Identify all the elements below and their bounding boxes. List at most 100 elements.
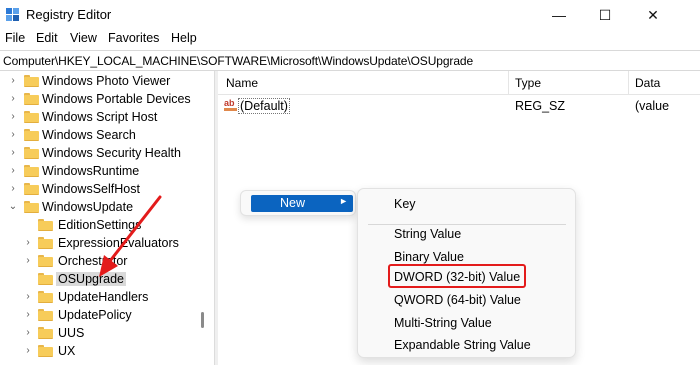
chevron-right-icon[interactable]: › bbox=[8, 165, 18, 177]
tree-item-label: ExpressionEvaluators bbox=[58, 236, 179, 250]
tree-item-label: UpdatePolicy bbox=[58, 308, 132, 322]
folder-icon bbox=[24, 183, 39, 195]
new-submenu: Key String Value Binary Value DWORD (32-… bbox=[357, 188, 576, 358]
chevron-right-icon[interactable]: › bbox=[23, 309, 33, 321]
menu-item-new-label: New bbox=[280, 196, 306, 210]
context-menu: New ► bbox=[240, 190, 356, 216]
tree-item-label: UpdateHandlers bbox=[58, 290, 149, 304]
chevron-right-icon[interactable]: › bbox=[8, 75, 18, 87]
folder-icon bbox=[24, 147, 39, 159]
tree-item-label: WindowsSelfHost bbox=[42, 182, 140, 196]
chevron-right-icon[interactable]: › bbox=[8, 129, 18, 141]
folder-icon bbox=[38, 291, 53, 303]
folder-icon bbox=[24, 93, 39, 105]
tree-item-label: UX bbox=[58, 344, 76, 358]
submenu-divider bbox=[368, 224, 566, 225]
tree-item-label: Windows Search bbox=[42, 128, 136, 142]
folder-icon bbox=[38, 327, 53, 339]
tree-item-label: WindowsUpdate bbox=[42, 200, 134, 214]
chevron-right-icon[interactable]: › bbox=[23, 237, 33, 249]
tree-scrollbar[interactable] bbox=[201, 312, 204, 328]
chevron-right-icon[interactable]: › bbox=[8, 93, 18, 105]
folder-icon bbox=[24, 129, 39, 141]
tree-item-label: EditionSettings bbox=[58, 218, 142, 232]
tree-item[interactable]: › Windows Photo Viewer bbox=[0, 72, 213, 90]
tree-item-windowsupdate[interactable]: ⌄ WindowsUpdate bbox=[0, 198, 213, 216]
tree-item-label: Windows Security Health bbox=[42, 146, 181, 160]
menu-view[interactable]: View bbox=[70, 31, 97, 45]
column-divider[interactable] bbox=[628, 71, 629, 95]
tree-item-label: WindowsRuntime bbox=[42, 164, 140, 178]
tree-item-label: Windows Photo Viewer bbox=[42, 74, 171, 88]
chevron-right-icon[interactable]: › bbox=[8, 111, 18, 123]
tree-item[interactable]: › WindowsSelfHost bbox=[0, 180, 213, 198]
submenu-item-multi-string-value[interactable]: Multi-String Value bbox=[394, 316, 492, 330]
chevron-down-icon[interactable]: ⌄ bbox=[8, 201, 18, 213]
submenu-item-expandable-string-value[interactable]: Expandable String Value bbox=[394, 338, 531, 352]
column-data[interactable]: Data bbox=[635, 76, 660, 90]
chevron-right-icon[interactable]: › bbox=[23, 327, 33, 339]
folder-icon bbox=[38, 219, 53, 231]
menu-item-new[interactable]: New ► bbox=[251, 195, 353, 212]
submenu-item-qword-value[interactable]: QWORD (64-bit) Value bbox=[394, 293, 521, 307]
chevron-right-icon[interactable]: › bbox=[23, 345, 33, 357]
close-button[interactable]: ✕ bbox=[630, 0, 676, 30]
folder-icon bbox=[38, 345, 53, 357]
minimize-button[interactable]: — bbox=[536, 0, 582, 30]
registry-editor-icon bbox=[6, 8, 19, 21]
tree-item-label-selected: OSUpgrade bbox=[56, 272, 127, 286]
address-path[interactable]: Computer\HKEY_LOCAL_MACHINE\SOFTWARE\Mic… bbox=[3, 54, 473, 68]
chevron-right-icon[interactable]: › bbox=[8, 183, 18, 195]
tree-item-label: Windows Script Host bbox=[42, 110, 158, 124]
value-name: (Default) bbox=[238, 98, 290, 114]
tree-item[interactable]: › UUS bbox=[0, 324, 213, 342]
column-name[interactable]: Name bbox=[226, 76, 258, 90]
folder-icon bbox=[24, 111, 39, 123]
tree-item[interactable]: › UpdateHandlers bbox=[0, 288, 213, 306]
tree-item[interactable]: › UX bbox=[0, 342, 213, 360]
folder-icon bbox=[24, 75, 39, 87]
tree-item[interactable]: › Windows Portable Devices bbox=[0, 90, 213, 108]
tree-item[interactable]: › Orchestrator bbox=[0, 252, 213, 270]
folder-icon bbox=[38, 255, 53, 267]
menu-help[interactable]: Help bbox=[171, 31, 197, 45]
title-bar: Registry Editor — ☐ ✕ bbox=[0, 0, 700, 30]
annotation-highlight-box bbox=[388, 264, 526, 288]
chevron-right-icon[interactable]: › bbox=[23, 255, 33, 267]
folder-icon bbox=[24, 201, 39, 213]
submenu-item-key[interactable]: Key bbox=[394, 197, 416, 211]
string-value-icon: ab bbox=[224, 98, 238, 112]
tree-item[interactable]: › ExpressionEvaluators bbox=[0, 234, 213, 252]
tree-item[interactable]: › Windows Search bbox=[0, 126, 213, 144]
window-title: Registry Editor bbox=[26, 7, 112, 22]
tree-item-osupgrade[interactable]: OSUpgrade bbox=[0, 270, 213, 288]
menu-favorites[interactable]: Favorites bbox=[108, 31, 159, 45]
folder-icon bbox=[24, 165, 39, 177]
column-divider[interactable] bbox=[508, 71, 509, 95]
submenu-item-string-value[interactable]: String Value bbox=[394, 227, 461, 241]
value-type: REG_SZ bbox=[515, 99, 566, 113]
key-tree[interactable]: › Windows Photo Viewer › Windows Portabl… bbox=[0, 71, 213, 365]
chevron-right-icon[interactable]: › bbox=[8, 147, 18, 159]
menu-edit[interactable]: Edit bbox=[36, 31, 58, 45]
chevron-icon bbox=[23, 273, 33, 285]
submenu-item-binary-value[interactable]: Binary Value bbox=[394, 250, 464, 264]
submenu-arrow-icon: ► bbox=[339, 196, 348, 206]
tree-item[interactable]: › WindowsRuntime bbox=[0, 162, 213, 180]
tree-item[interactable]: › Windows Security Health bbox=[0, 144, 213, 162]
address-bar[interactable]: Computer\HKEY_LOCAL_MACHINE\SOFTWARE\Mic… bbox=[0, 50, 700, 71]
maximize-button[interactable]: ☐ bbox=[582, 0, 628, 30]
tree-item-label: Orchestrator bbox=[58, 254, 128, 268]
folder-icon bbox=[38, 309, 53, 321]
folder-icon bbox=[38, 237, 53, 249]
tree-item-label: Windows Portable Devices bbox=[42, 92, 191, 106]
tree-item[interactable]: › UpdatePolicy bbox=[0, 306, 213, 324]
menu-file[interactable]: File bbox=[5, 31, 25, 45]
menu-bar: File Edit View Favorites Help bbox=[0, 30, 700, 50]
tree-item[interactable]: EditionSettings bbox=[0, 216, 213, 234]
chevron-right-icon[interactable]: › bbox=[23, 291, 33, 303]
value-row[interactable]: ab (Default) REG_SZ (value bbox=[218, 97, 700, 115]
value-data: (value bbox=[635, 99, 670, 113]
column-type[interactable]: Type bbox=[515, 76, 541, 90]
tree-item[interactable]: › Windows Script Host bbox=[0, 108, 213, 126]
